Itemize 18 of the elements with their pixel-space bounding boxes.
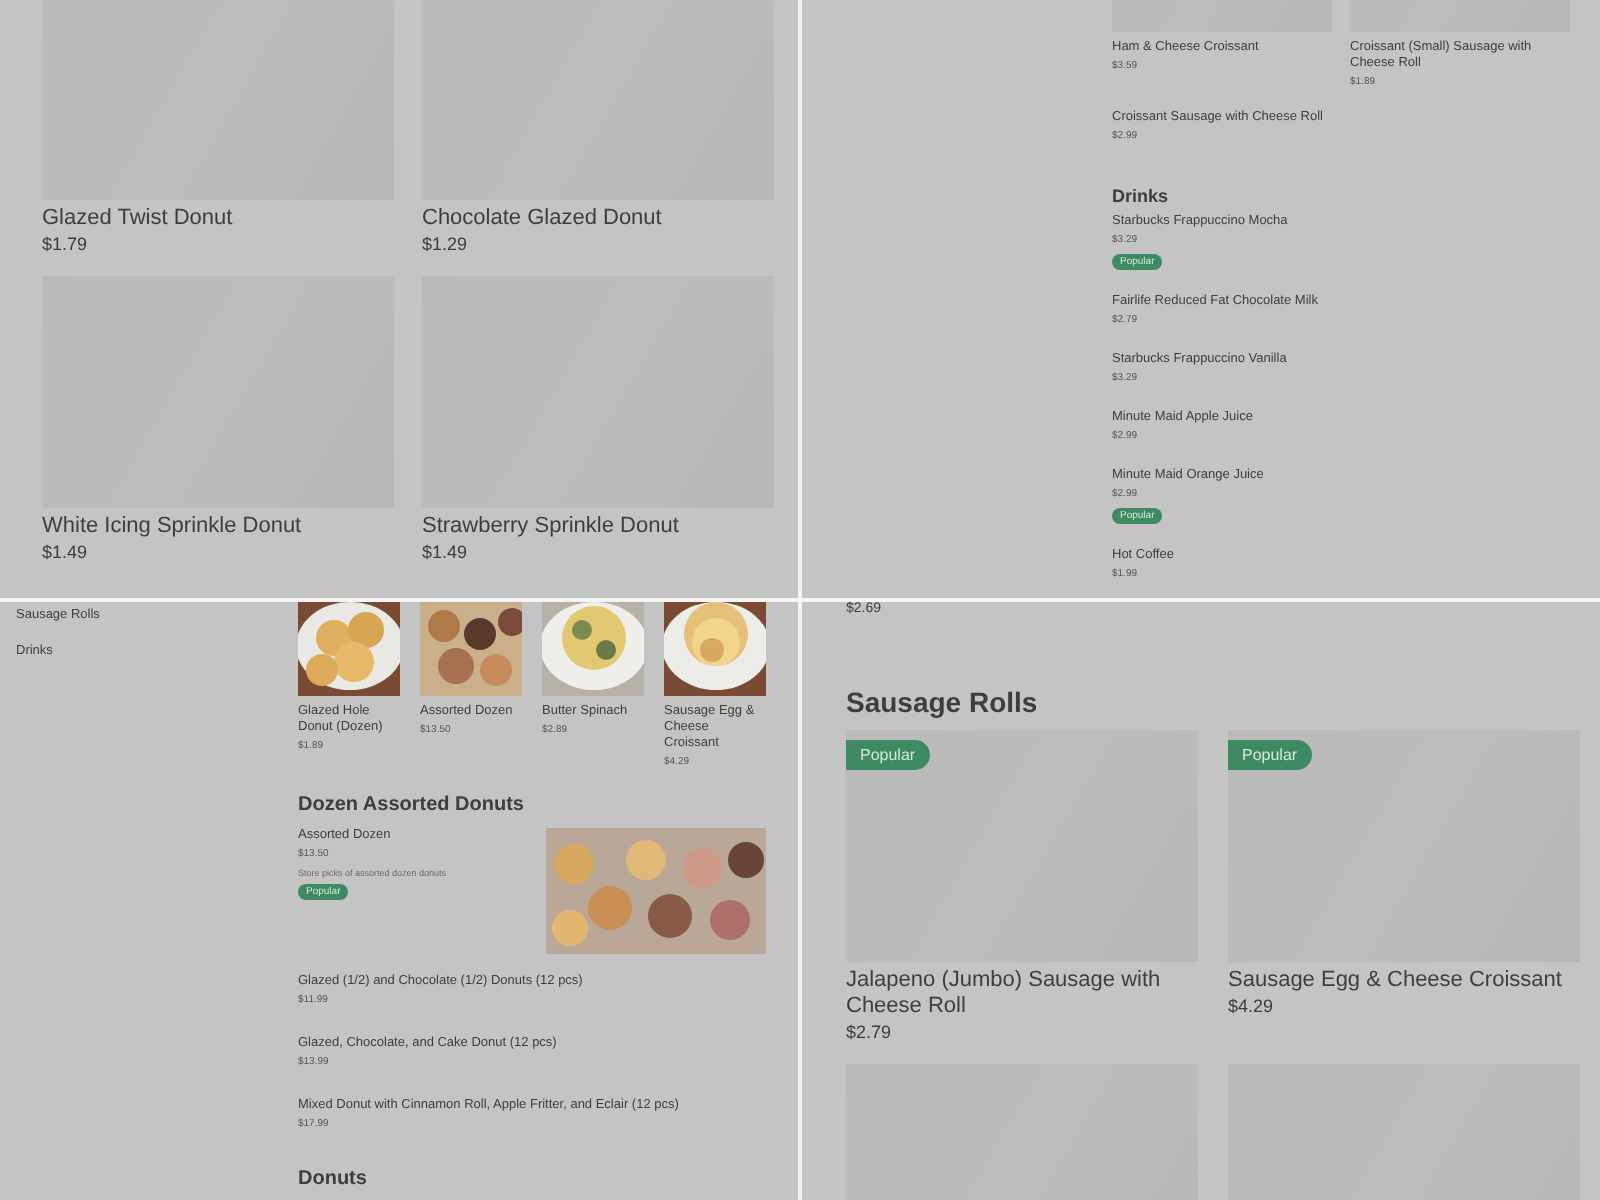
item-price: $1.49: [422, 542, 468, 564]
item-name[interactable]: Chocolate Glazed Donut: [422, 206, 662, 232]
item-price: $1.29: [422, 234, 468, 256]
item-price: $1.79: [42, 234, 88, 256]
section-heading: Donuts: [298, 1168, 369, 1190]
popular-badge: Popular: [846, 740, 930, 770]
item-price: $1.49: [42, 542, 88, 564]
section-heading: Drinks: [1112, 186, 1171, 206]
popular-badge: Popular: [1228, 740, 1312, 770]
item-price: $2.79: [846, 1022, 892, 1044]
item-name[interactable]: White Icing Sprinkle Donut: [42, 514, 302, 540]
section-heading: Sausage Rolls: [846, 686, 1040, 718]
item-name[interactable]: Sausage Egg & Cheese Croissant: [1228, 968, 1562, 994]
section-heading: Dozen Assorted Donuts: [298, 794, 526, 816]
item-price: $4.29: [1228, 996, 1274, 1018]
item-name[interactable]: Strawberry Sprinkle Donut: [422, 514, 679, 540]
item-name[interactable]: Jalapeno (Jumbo) Sausage with Cheese Roll: [846, 968, 1198, 1020]
item-name[interactable]: Glazed Twist Donut: [42, 206, 233, 232]
